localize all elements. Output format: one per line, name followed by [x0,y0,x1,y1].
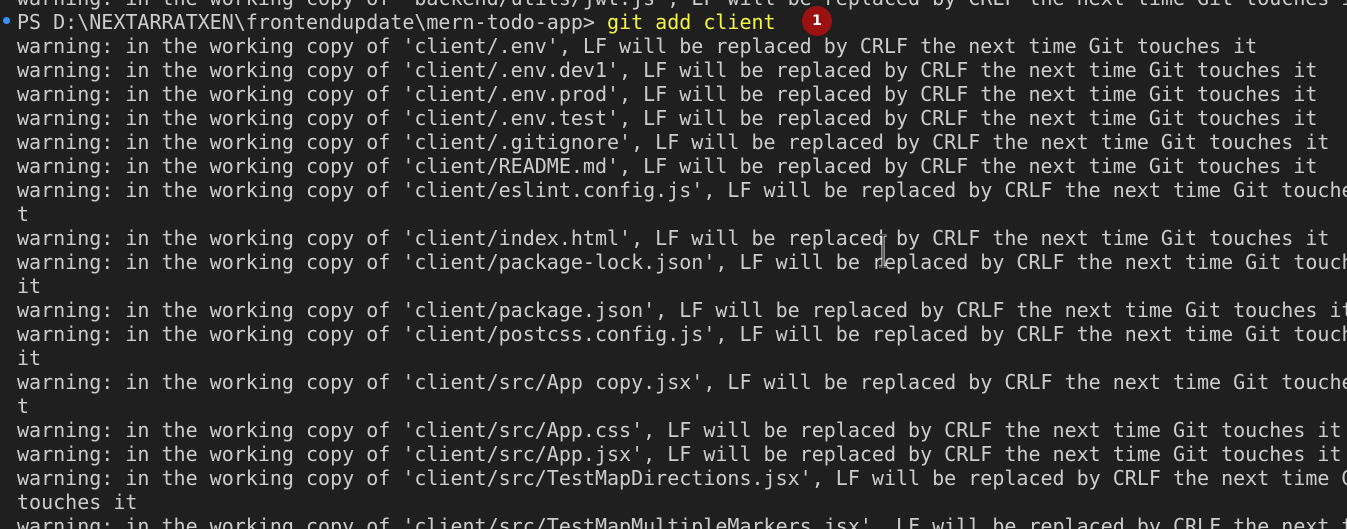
output-line: warning: in the working copy of 'client/… [17,250,1347,274]
output-line: warning: in the working copy of 'client/… [17,418,1342,442]
output-line: warning: in the working copy of 'client/… [17,154,1318,178]
output-line: warning: in the working copy of 'client/… [17,58,1318,82]
output-line: warning: in the working copy of 'client/… [17,322,1347,346]
output-line: warning: in the working copy of 'client/… [17,130,1330,154]
output-line: warning: in the working copy of 'client/… [17,226,1330,250]
output-line: warning: in the working copy of 'backend… [17,0,1347,10]
output-line: it [17,274,42,298]
prompt-line: PS D:\NEXTARRATXEN\frontendupdate\mern-t… [17,10,1347,34]
output-line: warning: in the working copy of 'client/… [17,442,1342,466]
terminal-output[interactable]: warning: in the working copy of 'backend… [17,0,1347,529]
output-line: warning: in the working copy of 'client/… [17,82,1318,106]
annotation-badge: 1 [802,6,832,36]
command-text: git add client [607,10,776,34]
text-cursor-icon [879,234,887,268]
terminal-panel[interactable]: warning: in the working copy of 'backend… [0,0,1347,529]
command-decoration-dot-icon[interactable] [3,17,10,24]
output-line: warning: in the working copy of 'client/… [17,466,1347,490]
output-line: warning: in the working copy of 'client/… [17,34,1258,58]
output-line: warning: in the working copy of 'client/… [17,178,1347,202]
output-line: warning: in the working copy of 'client/… [17,106,1318,130]
output-line: t [17,394,30,418]
output-line: t [17,202,30,226]
output-line: it [17,346,42,370]
output-line: warning: in the working copy of 'client/… [17,370,1347,394]
prompt-text: PS D:\NEXTARRATXEN\frontendupdate\mern-t… [17,10,595,34]
output-line: warning: in the working copy of 'client/… [17,514,1347,529]
output-line: touches it [17,490,138,514]
output-line: warning: in the working copy of 'client/… [17,298,1347,322]
